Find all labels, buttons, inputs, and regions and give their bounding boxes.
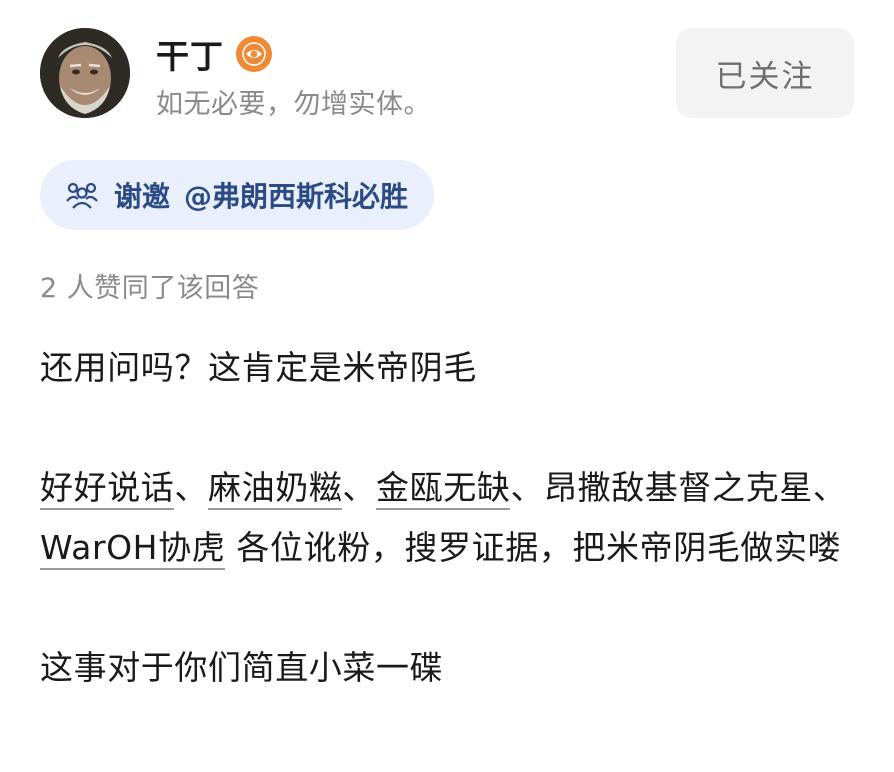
answer-paragraph-3: 这事对于你们简直小菜一碟 <box>40 648 444 687</box>
paragraph-text: 、昂撒敌基督之克星、 <box>510 468 847 507</box>
vote-count[interactable]: 2 人赞同了该回答 <box>40 266 259 305</box>
answer-paragraph-1: 还用问吗？这肯定是米帝阴毛 <box>40 348 477 387</box>
author-name-row: 干丁 <box>156 32 272 76</box>
invite-label: 谢邀 <box>114 180 171 213</box>
portrait-avatar-image <box>40 28 130 118</box>
invite-mention-link[interactable]: @弗朗西斯科必胜 <box>184 175 408 215</box>
author-bio: 如无必要，勿增实体。 <box>156 89 431 120</box>
user-link-3[interactable]: 金瓯无缺 <box>376 468 511 510</box>
answer-page: 干丁 如无必要，勿增实体。 已关注 谢邀 @弗朗西斯科必胜 2 人赞同了该回答 … <box>0 0 894 772</box>
invite-people-icon <box>62 175 102 215</box>
answer-paragraph-2: 好好说话、麻油奶糍、金瓯无缺、昂撒敌基督之克星、WarOH协虎 各位讹粉，搜罗证… <box>40 458 860 578</box>
separator-text: 、 <box>342 468 377 507</box>
author-header: 干丁 如无必要，勿增实体。 已关注 <box>40 28 854 120</box>
paragraph-text: 各位讹粉，搜罗证据，把米帝阴毛做实喽 <box>225 528 842 567</box>
separator-text: 、 <box>174 468 209 507</box>
user-link-4[interactable]: WarOH协虎 <box>40 528 226 570</box>
eye-icon[interactable] <box>236 36 272 72</box>
answer-content: 还用问吗？这肯定是米帝阴毛 好好说话、麻油奶糍、金瓯无缺、昂撒敌基督之克星、Wa… <box>40 338 860 698</box>
avatar[interactable] <box>40 28 130 118</box>
user-link-2[interactable]: 麻油奶糍 <box>208 468 343 510</box>
user-link-1[interactable]: 好好说话 <box>40 468 175 510</box>
author-name[interactable]: 干丁 <box>156 30 224 78</box>
invite-pill[interactable]: 谢邀 @弗朗西斯科必胜 <box>40 160 435 230</box>
follow-button[interactable]: 已关注 <box>676 28 854 118</box>
